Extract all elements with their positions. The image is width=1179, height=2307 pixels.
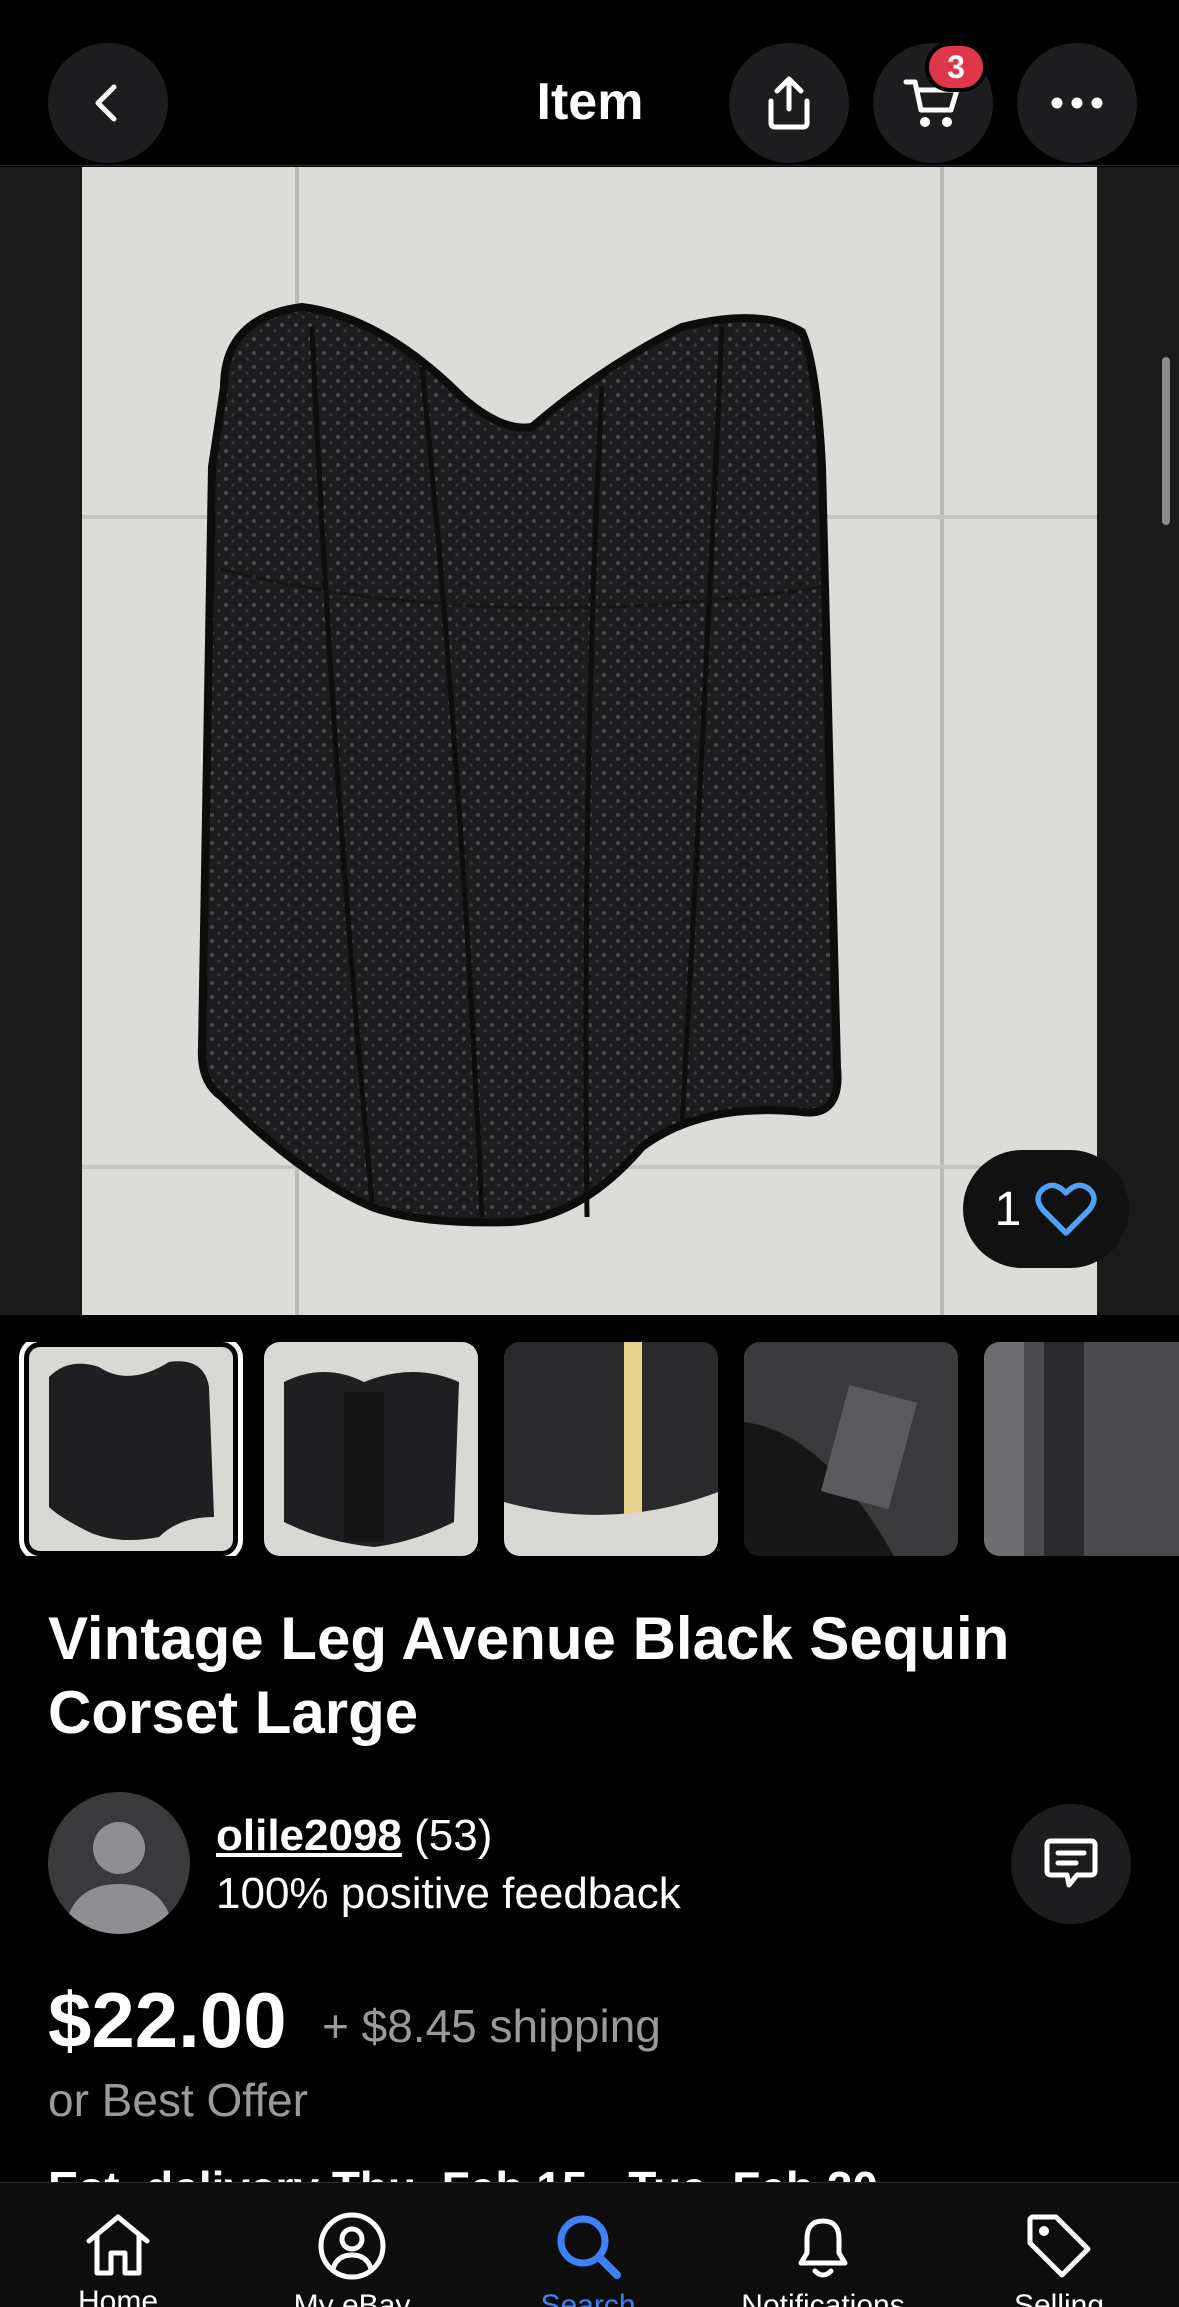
tab-selling[interactable]: Selling xyxy=(969,2211,1149,2307)
thumbnail-2-graphic xyxy=(264,1342,478,1556)
best-offer-text: or Best Offer xyxy=(48,2074,308,2126)
share-icon xyxy=(768,76,810,130)
tab-notifications[interactable]: Notifications xyxy=(733,2211,913,2307)
corset-photo-graphic xyxy=(82,167,1097,1315)
back-button[interactable] xyxy=(48,43,168,163)
tab-notifications-label: Notifications xyxy=(741,2289,905,2307)
person-icon xyxy=(64,1822,174,1934)
listing-title: Vintage Leg Avenue Black Sequin Corset L… xyxy=(48,1605,1010,1746)
top-app-bar: Item 3 xyxy=(0,0,1179,166)
bell-icon xyxy=(798,2218,848,2278)
seller-name-link[interactable]: olile2098 xyxy=(216,1811,402,1860)
profile-icon xyxy=(318,2212,386,2280)
home-icon xyxy=(86,2214,150,2276)
more-options-button[interactable] xyxy=(1017,43,1137,163)
thumbnail-strip[interactable] xyxy=(0,1342,1179,1556)
tab-search-label: Search xyxy=(540,2289,636,2307)
seller-feedback: 100% positive feedback xyxy=(216,1869,681,1918)
message-seller-button[interactable] xyxy=(1011,1804,1131,1924)
scroll-indicator xyxy=(1162,357,1170,525)
watch-button[interactable]: 1 xyxy=(963,1150,1129,1268)
chevron-left-icon xyxy=(95,84,117,122)
page-title: Item xyxy=(536,73,644,131)
item-main-photo[interactable] xyxy=(82,167,1097,1315)
tab-home-label: Home xyxy=(77,2285,159,2307)
thumbnail-photo-2[interactable] xyxy=(264,1342,478,1556)
heart-icon xyxy=(1035,1182,1098,1236)
thumbnail-1-graphic xyxy=(29,1347,233,1551)
watch-count: 1 xyxy=(994,1182,1022,1236)
tab-home[interactable]: Home xyxy=(28,2211,208,2307)
bottom-tab-bar: Home My eBay Search Notifications Sellin… xyxy=(0,2182,1179,2307)
message-icon xyxy=(1044,1838,1098,1888)
shipping-cost: + $8.45 shipping xyxy=(322,2000,661,2052)
tab-my-ebay-label: My eBay xyxy=(293,2289,411,2307)
thumbnail-3-graphic xyxy=(504,1342,718,1556)
seller-avatar[interactable] xyxy=(48,1792,190,1934)
more-icon xyxy=(1051,97,1103,109)
search-icon xyxy=(557,2215,621,2279)
thumbnail-photo-1[interactable] xyxy=(19,1342,243,1556)
thumbnail-4-graphic xyxy=(744,1342,958,1556)
thumbnail-photo-3[interactable] xyxy=(504,1342,718,1556)
share-button[interactable] xyxy=(729,43,849,163)
thumbnail-photo-4[interactable] xyxy=(744,1342,958,1556)
tab-search[interactable]: Search xyxy=(498,2211,678,2307)
item-image-carousel[interactable] xyxy=(0,167,1179,1315)
thumbnail-photo-5[interactable] xyxy=(984,1342,1179,1556)
item-price: $22.00 xyxy=(48,1976,287,2064)
tab-my-ebay[interactable]: My eBay xyxy=(262,2211,442,2307)
tag-icon xyxy=(1027,2214,1091,2278)
thumbnail-5-graphic xyxy=(984,1342,1179,1556)
tab-selling-label: Selling xyxy=(1013,2289,1105,2307)
seller-score: (53) xyxy=(414,1811,493,1860)
seller-info: olile2098 (53) xyxy=(216,1810,492,1862)
cart-count-badge: 3 xyxy=(925,42,987,92)
